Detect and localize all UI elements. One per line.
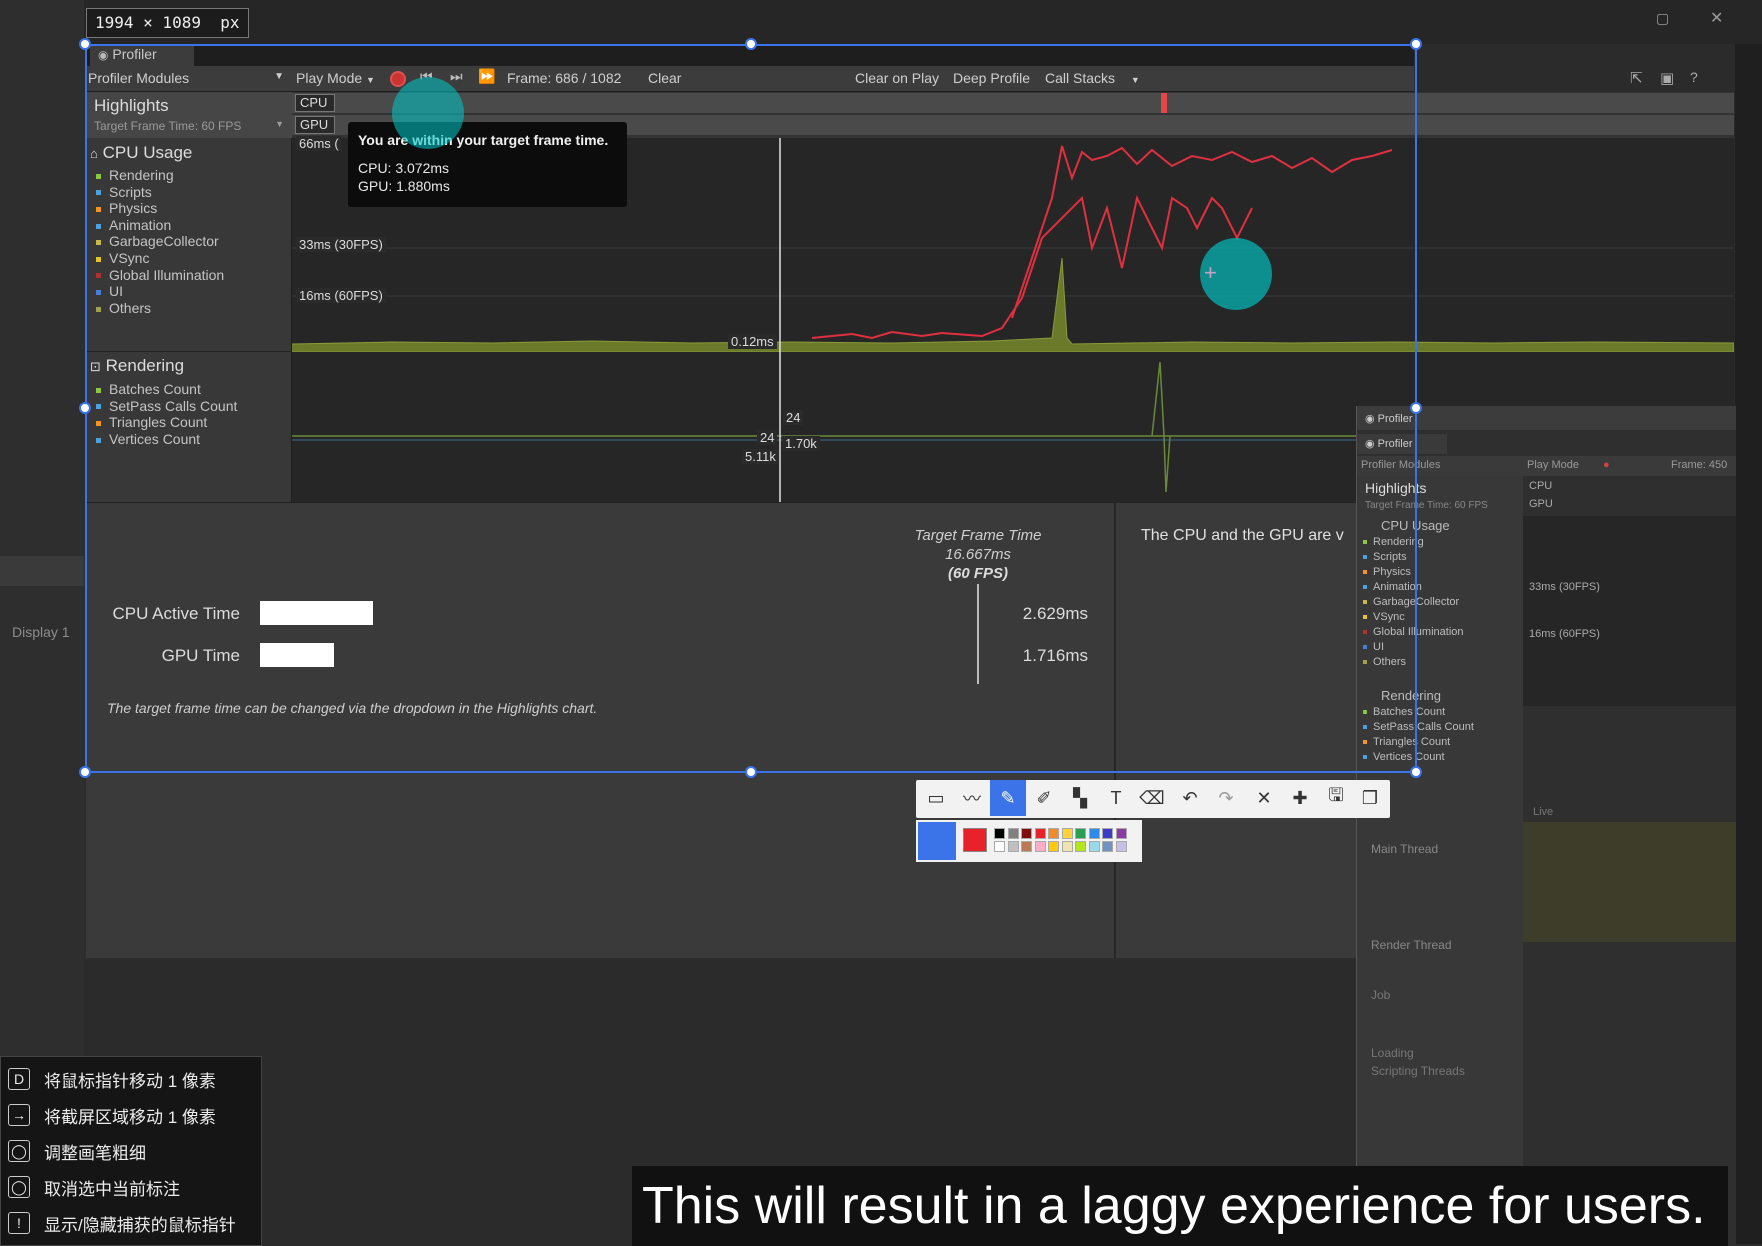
palette-color-swatch[interactable] xyxy=(1075,841,1086,852)
import-icon[interactable]: ⇱ xyxy=(1630,69,1643,87)
mini-16ms: 16ms (60FPS) xyxy=(1529,628,1600,640)
shortcut-label: 取消选中当前标注 xyxy=(44,1179,180,1199)
mini-gpu: GPU xyxy=(1529,498,1553,510)
color-panel xyxy=(916,820,1142,862)
shortcut-row: ◯ 取消选中当前标注 xyxy=(0,1169,262,1205)
palette-color-swatch[interactable] xyxy=(1034,828,1046,839)
mini-live[interactable]: Live xyxy=(1533,806,1553,818)
mini-thread-main: Main Thread xyxy=(1371,842,1439,856)
mini-play-mode[interactable]: Play Mode xyxy=(1527,459,1579,471)
palette-color-swatch[interactable] xyxy=(1007,828,1019,839)
mini-thread-scripting: Scripting Threads xyxy=(1371,1064,1465,1078)
capture-selection[interactable] xyxy=(85,44,1417,773)
pin-icon[interactable]: ✚ xyxy=(1282,780,1318,816)
close-icon[interactable]: ✕ xyxy=(1710,8,1723,28)
handle-top-mid[interactable] xyxy=(745,38,757,50)
handle-top-left[interactable] xyxy=(79,38,91,50)
left-toolbar-strip xyxy=(0,556,84,586)
marker-icon[interactable]: ✐ xyxy=(1026,780,1062,816)
shortcut-key-icon: ! xyxy=(8,1212,30,1234)
palette-color-swatch[interactable] xyxy=(994,841,1005,852)
palette-color-swatch[interactable] xyxy=(1007,841,1019,852)
active-color-swatch[interactable] xyxy=(963,828,987,852)
palette-color-swatch[interactable] xyxy=(1102,828,1113,839)
palette-color-swatch[interactable] xyxy=(1021,828,1032,839)
display-label[interactable]: Display 1 xyxy=(12,624,70,640)
mini-33ms: 33ms (30FPS) xyxy=(1529,581,1600,593)
palette-color-swatch[interactable] xyxy=(1061,841,1073,852)
crosshair-cursor-icon: + xyxy=(1204,260,1217,285)
subtitle-text: This will result in a laggy experience f… xyxy=(642,1177,1706,1235)
handle-bottom-mid[interactable] xyxy=(745,766,757,778)
pen-icon[interactable]: ✎ xyxy=(990,780,1026,816)
save-icon[interactable]: 🖫 xyxy=(1318,780,1354,816)
palette-color-swatch[interactable] xyxy=(1088,828,1100,839)
dimension-badge: 1994 × 1089 px xyxy=(86,8,249,38)
mini-thread-render: Render Thread xyxy=(1371,938,1452,952)
handle-top-right[interactable] xyxy=(1410,38,1422,50)
palette-color-swatch[interactable] xyxy=(1088,841,1100,852)
mini-thread-loading: Loading xyxy=(1371,1046,1414,1060)
palette-color-swatch[interactable] xyxy=(1034,841,1046,852)
annotation-toolbar: ▭ 〰 ✎ ✐ ▚ T ⌫ ↶ ↷ ✕ ✚ 🖫 ❐ xyxy=(916,780,1390,818)
handle-mid-right[interactable] xyxy=(1410,402,1422,414)
rectangle-icon[interactable]: ▭ xyxy=(918,780,954,816)
palette-color-swatch[interactable] xyxy=(1021,841,1032,852)
shortcut-label: 将鼠标指针移动 1 像素 xyxy=(44,1071,216,1091)
mini-timeline xyxy=(1523,822,1736,942)
redo-icon[interactable]: ↷ xyxy=(1208,780,1244,816)
palette-color-swatch[interactable] xyxy=(1115,841,1127,852)
mini-frame: Frame: 450 xyxy=(1671,459,1728,471)
copy-icon[interactable]: ❐ xyxy=(1352,780,1388,816)
mini-cpu: CPU xyxy=(1529,480,1553,492)
minimize-icon[interactable]: ▢ xyxy=(1656,10,1669,27)
shortcut-row: ! 显示/隐藏捕获的鼠标指针 xyxy=(0,1205,262,1241)
record-icon[interactable]: ● xyxy=(1603,459,1610,471)
text-icon[interactable]: T xyxy=(1098,780,1134,816)
shortcut-key-icon: → xyxy=(8,1104,30,1126)
cursor-highlight-circle xyxy=(392,77,464,149)
shortcut-row: → 将截屏区域移动 1 像素 xyxy=(0,1097,262,1133)
palette-color-swatch[interactable] xyxy=(1048,828,1059,839)
undo-icon[interactable]: ↶ xyxy=(1172,780,1208,816)
shortcut-row: ◯ 调整画笔粗细 xyxy=(0,1133,262,1169)
handle-bottom-left[interactable] xyxy=(79,766,91,778)
shortcut-label: 显示/隐藏捕获的鼠标指针 xyxy=(44,1215,236,1235)
close-icon[interactable]: ✕ xyxy=(1246,780,1282,816)
line-icon[interactable]: 〰 xyxy=(954,780,990,816)
shortcut-key-icon: D xyxy=(8,1068,30,1090)
shortcut-key-icon: ◯ xyxy=(8,1176,30,1198)
window-titlebar xyxy=(84,0,1762,44)
palette-color-swatch[interactable] xyxy=(1061,828,1073,839)
right-scroll-strip xyxy=(1735,44,1762,1244)
save-icon[interactable]: ▣ xyxy=(1660,69,1674,87)
brush-size-button[interactable] xyxy=(918,822,956,860)
handle-mid-left[interactable] xyxy=(79,402,91,414)
mini-chart xyxy=(1523,516,1736,706)
palette-color-swatch[interactable] xyxy=(1115,828,1127,839)
palette-color-swatch[interactable] xyxy=(1075,828,1086,839)
shortcut-key-icon: ◯ xyxy=(8,1140,30,1162)
palette-color-swatch[interactable] xyxy=(1048,841,1059,852)
mini-thread-job: Job xyxy=(1371,988,1391,1002)
palette-color-swatch[interactable] xyxy=(1102,841,1113,852)
help-icon[interactable]: ? xyxy=(1690,69,1698,85)
mosaic-icon[interactable]: ▚ xyxy=(1062,780,1098,816)
palette-color-swatch[interactable] xyxy=(994,828,1005,839)
shortcut-row: D 将鼠标指针移动 1 像素 xyxy=(0,1061,262,1097)
shortcut-label: 将截屏区域移动 1 像素 xyxy=(44,1107,216,1127)
shortcut-label: 调整画笔粗细 xyxy=(44,1143,146,1163)
handle-bottom-right[interactable] xyxy=(1410,766,1422,778)
eraser-icon[interactable]: ⌫ xyxy=(1134,780,1170,816)
